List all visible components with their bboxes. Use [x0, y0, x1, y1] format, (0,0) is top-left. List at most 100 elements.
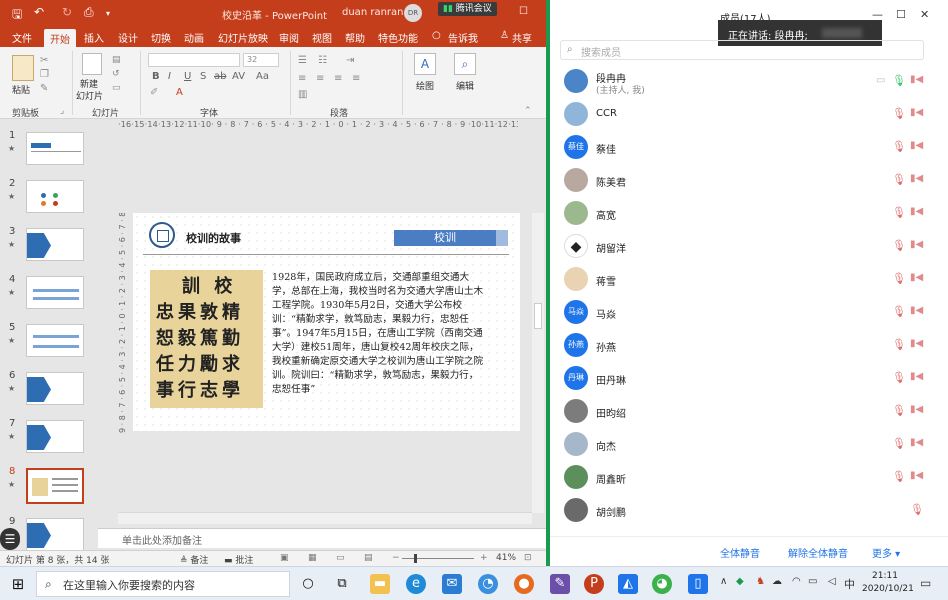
- wifi-icon[interactable]: ◠: [792, 576, 801, 587]
- strikethrough-button[interactable]: ab: [214, 71, 226, 82]
- camera-off-icon[interactable]: ▮◀: [910, 371, 923, 382]
- collapse-ribbon-icon[interactable]: ⌃: [524, 106, 532, 116]
- bold-button[interactable]: B: [152, 71, 160, 82]
- layout-icon[interactable]: ▤: [112, 55, 121, 65]
- numbering-icon[interactable]: ☷: [318, 55, 327, 66]
- camera-off-icon[interactable]: ▮◀: [910, 107, 923, 118]
- tab-home[interactable]: 开始: [44, 29, 76, 47]
- battery-icon[interactable]: ▭: [808, 576, 817, 587]
- section-icon[interactable]: ▭: [112, 83, 121, 93]
- clipboard-launcher-icon[interactable]: ⌟: [60, 106, 64, 116]
- mic-muted-icon[interactable]: 🎙: [892, 437, 906, 450]
- maximize-icon[interactable]: ☐: [519, 6, 528, 17]
- mic-muted-icon[interactable]: 🎙: [892, 239, 906, 252]
- align-left-icon[interactable]: ≡: [298, 73, 306, 84]
- mic-muted-icon[interactable]: 🎙: [892, 206, 906, 219]
- horizontal-scrollbar[interactable]: [118, 512, 532, 524]
- paste-icon[interactable]: [12, 55, 34, 81]
- volume-icon[interactable]: ◁: [828, 576, 836, 587]
- edit-button[interactable]: 编辑: [456, 79, 474, 92]
- menu-icon[interactable]: ☰: [0, 528, 20, 550]
- tab-animations[interactable]: 动画: [184, 30, 204, 45]
- paint-app-icon[interactable]: ✎: [550, 574, 570, 594]
- vertical-scrollbar[interactable]: [532, 213, 544, 513]
- member-row[interactable]: 丹琳 田丹琳 🎙 ▮◀: [550, 362, 948, 395]
- close-icon[interactable]: ✕: [920, 8, 929, 21]
- format-painter-icon[interactable]: ✎: [40, 83, 48, 94]
- change-case-button[interactable]: Aa: [256, 71, 269, 82]
- current-slide[interactable]: 校训的故事 校训 訓 校 忠果敦精 恕毅篤勤 任力勵求 事行志學 1928年，国…: [133, 213, 520, 431]
- draw-icon[interactable]: A: [414, 53, 436, 75]
- slide-thumbnail-6[interactable]: [26, 372, 84, 405]
- member-row[interactable]: 蔡佳 蔡佳 🎙 ▮◀: [550, 131, 948, 164]
- indent-icon[interactable]: ⇥: [346, 55, 354, 66]
- notes-button[interactable]: ≜ 备注: [180, 553, 208, 566]
- cut-icon[interactable]: ✂: [40, 55, 48, 66]
- member-row[interactable]: 孙燕 孙燕 🎙 ▮◀: [550, 329, 948, 362]
- new-slide-button-line2[interactable]: 幻灯片: [76, 89, 103, 102]
- tray-overflow-icon[interactable]: ∧: [720, 576, 727, 587]
- columns-icon[interactable]: ▥: [298, 89, 307, 100]
- mic-icon[interactable]: 🎙: [892, 74, 906, 87]
- new-slide-icon[interactable]: [82, 53, 102, 75]
- share-button[interactable]: 共享: [512, 30, 532, 45]
- slide-thumbnail-4[interactable]: [26, 276, 84, 309]
- file-explorer-icon[interactable]: ▬: [370, 574, 390, 594]
- slideshow-view-icon[interactable]: ▤: [364, 553, 373, 563]
- tab-review[interactable]: 审阅: [279, 30, 299, 45]
- clock-app-icon[interactable]: ◔: [478, 574, 498, 594]
- tell-me-search[interactable]: 告诉我: [448, 30, 478, 45]
- scroll-thumb[interactable]: [534, 303, 542, 329]
- mic-muted-icon[interactable]: 🎙: [892, 404, 906, 417]
- system-clock[interactable]: 21:11 2020/10/21: [862, 570, 914, 596]
- zoom-slider-thumb[interactable]: [414, 554, 417, 563]
- slide-thumbnail-1[interactable]: [26, 132, 84, 165]
- tab-help[interactable]: 帮助: [345, 30, 365, 45]
- normal-view-icon[interactable]: ▣: [280, 553, 289, 563]
- reset-icon[interactable]: ↺: [112, 69, 120, 79]
- member-row[interactable]: 田昀绍 🎙 ▮◀: [550, 395, 948, 428]
- slide-thumbnail-3[interactable]: [26, 228, 84, 261]
- member-row[interactable]: 蒋雪 🎙 ▮◀: [550, 263, 948, 296]
- notification-icon[interactable]: ▭: [920, 576, 931, 590]
- member-row[interactable]: ◆ 胡留洋 🎙 ▮◀: [550, 230, 948, 263]
- onedrive-icon[interactable]: ☁: [772, 576, 782, 587]
- slide-tag[interactable]: 校训: [394, 230, 508, 246]
- bullets-icon[interactable]: ☰: [298, 55, 307, 66]
- zoom-level[interactable]: 41%: [496, 553, 516, 563]
- underline-button[interactable]: U: [184, 71, 191, 82]
- copy-icon[interactable]: ❐: [40, 69, 49, 80]
- member-row[interactable]: 高宽 🎙 ▮◀: [550, 197, 948, 230]
- redo-icon[interactable]: ↻: [62, 5, 72, 19]
- align-right-icon[interactable]: ≡: [334, 73, 342, 84]
- member-row[interactable]: 周鑫昕 🎙 ▮◀: [550, 461, 948, 494]
- task-view-icon[interactable]: ⧉: [332, 574, 352, 594]
- align-center-icon[interactable]: ≡: [316, 73, 324, 84]
- wechat-icon[interactable]: ◕: [652, 574, 672, 594]
- member-row[interactable]: 胡剑鹏 🎙: [550, 494, 948, 527]
- tab-file[interactable]: 文件: [12, 30, 32, 45]
- mute-all-button[interactable]: 全体静音: [720, 545, 760, 560]
- comments-button[interactable]: ▬ 批注: [224, 553, 253, 566]
- tray-app-icon[interactable]: ♞: [756, 576, 765, 587]
- sorter-view-icon[interactable]: ▦: [308, 553, 317, 563]
- camera-off-icon[interactable]: ▮◀: [910, 173, 923, 184]
- camera-off-icon[interactable]: ▮◀: [910, 470, 923, 481]
- camera-off-icon[interactable]: ▮◀: [910, 338, 923, 349]
- slide-thumbnail-5[interactable]: [26, 324, 84, 357]
- italic-button[interactable]: I: [168, 71, 171, 82]
- taskbar-search-input[interactable]: ⌕ 在这里输入你要搜索的内容: [36, 571, 290, 597]
- windows-start-icon[interactable]: ⊞: [8, 574, 28, 594]
- tab-transitions[interactable]: 切换: [151, 30, 171, 45]
- save-icon[interactable]: 🖫: [12, 5, 22, 26]
- tab-slideshow[interactable]: 幻灯片放映: [218, 30, 268, 45]
- customize-qa-icon[interactable]: ▾: [106, 9, 110, 18]
- member-search-input[interactable]: ⌕ 搜索成员: [560, 40, 924, 60]
- mic-muted-icon[interactable]: 🎙: [892, 371, 906, 384]
- reading-view-icon[interactable]: ▭: [336, 553, 345, 563]
- zoom-out-icon[interactable]: −: [392, 553, 400, 563]
- camera-off-icon[interactable]: ▮◀: [910, 437, 923, 448]
- mic-muted-icon[interactable]: 🎙: [892, 140, 906, 153]
- app-icon[interactable]: ▯: [688, 574, 708, 594]
- meeting-badge[interactable]: ▮▮ 腾讯会议: [438, 2, 497, 16]
